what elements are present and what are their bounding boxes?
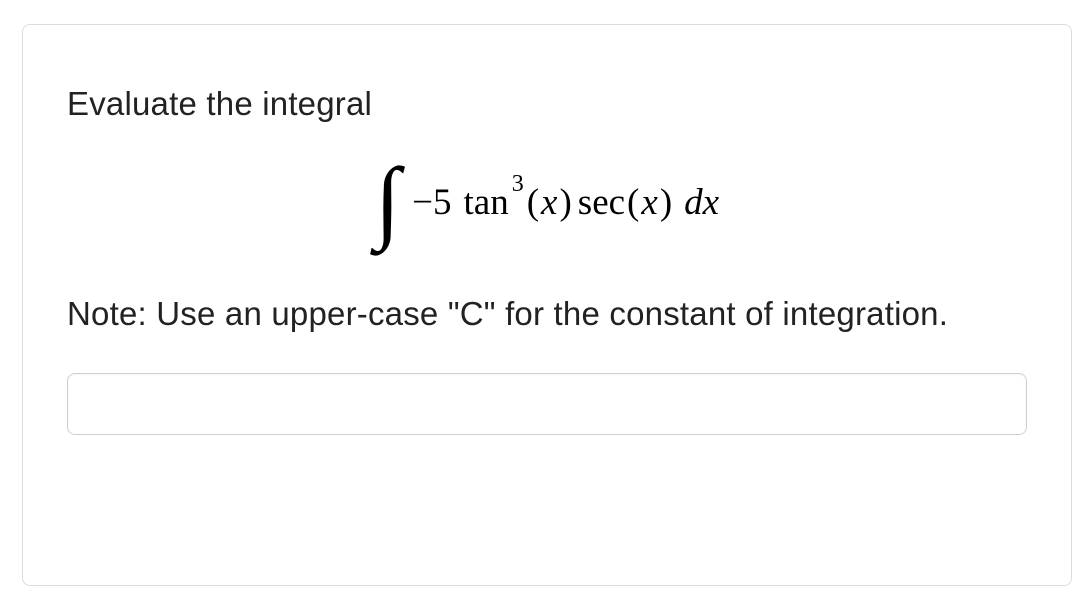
coefficient: −5: [412, 181, 451, 224]
arg1-var: x: [541, 181, 557, 224]
exponent: 3: [512, 171, 524, 198]
question-note: Note: Use an upper-case "C" for the cons…: [67, 291, 1027, 337]
differential: dx: [684, 181, 719, 224]
integral-expression: ∫ −5 tan3(x) sec(x) dx: [67, 170, 1027, 243]
arg1-close: ): [559, 181, 571, 224]
arg2-close: ): [660, 181, 672, 224]
fn-sec: sec: [578, 181, 625, 224]
arg1-open: (: [527, 181, 539, 224]
question-prompt: Evaluate the integral: [67, 83, 1027, 126]
fn-tan: tan: [464, 181, 509, 224]
integral-sign-icon: ∫: [375, 168, 400, 232]
question-card: Evaluate the integral ∫ −5 tan3(x) sec(x…: [22, 24, 1072, 586]
math-inline: ∫ −5 tan3(x) sec(x) dx: [375, 170, 719, 234]
arg2-open: (: [627, 181, 639, 224]
arg2-var: x: [641, 181, 657, 224]
answer-input[interactable]: [67, 373, 1027, 435]
